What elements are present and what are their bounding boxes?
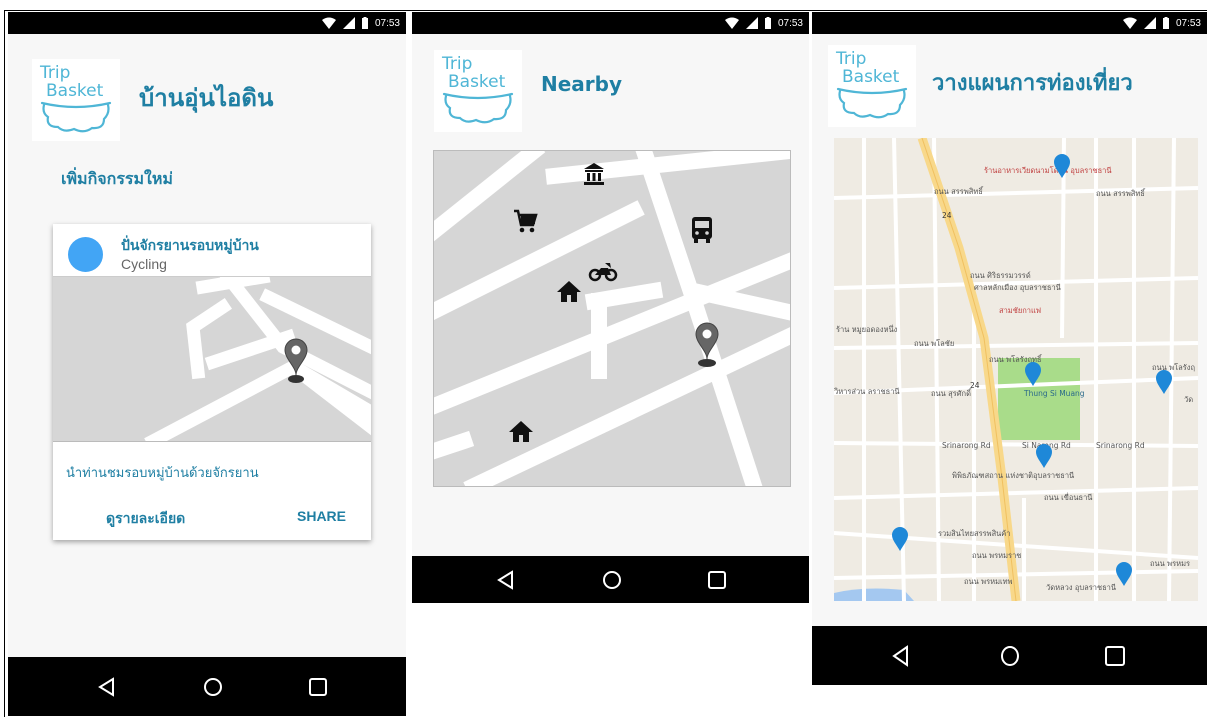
- map-label-shrine: ศาลหลักเมือง อุบลราชธานี: [974, 283, 1061, 292]
- nearby-map[interactable]: [433, 150, 791, 487]
- map-label-road: ถนน เขื่อนธานี: [1044, 492, 1092, 502]
- status-time: 07:53: [777, 17, 803, 29]
- map-label-restaurant: ร้านอาหารเวียดนามโดจิน อุบลราชธานี: [984, 166, 1112, 175]
- signal-icon: [745, 17, 758, 29]
- battery-icon: [1162, 17, 1169, 29]
- page-title: Nearby: [541, 72, 623, 96]
- cart-icon[interactable]: [514, 209, 538, 233]
- recents-icon[interactable]: [1105, 645, 1125, 666]
- status-bar: 07:53: [8, 12, 406, 34]
- bus-icon[interactable]: [692, 217, 712, 243]
- details-button[interactable]: ดูรายละเอียด: [106, 508, 185, 530]
- wifi-icon: [724, 17, 739, 29]
- add-activity-link[interactable]: เพิ่มกิจกรรมใหม่: [61, 167, 173, 192]
- map-label-cafe: สามชัยกาแฟ: [999, 306, 1041, 315]
- map-label-road: ถนน พโลรังฤ: [1152, 363, 1195, 372]
- signal-icon: [1143, 17, 1156, 29]
- map-label-road: ถนน พรหมร: [1150, 559, 1190, 568]
- home-icon[interactable]: [602, 570, 622, 590]
- nav-bar: [812, 626, 1207, 685]
- activity-type: Cycling: [121, 256, 167, 272]
- screen-plan: 07:53 Trip Basket วางแผนการท่องเที่ยว ร้…: [812, 12, 1207, 685]
- recents-icon[interactable]: [309, 677, 327, 696]
- activity-name: ปั่นจักรยานรอบหมู่บ้าน: [121, 237, 259, 253]
- back-icon[interactable]: [97, 676, 115, 697]
- house-icon[interactable]: [509, 421, 533, 442]
- map-label-road: ถนน พโลชัย: [914, 339, 954, 348]
- map-label-road: ถนน พรหมเทพ: [964, 577, 1013, 586]
- map-label-road: ถนน สรรพสิทธิ์: [1096, 188, 1146, 198]
- back-icon[interactable]: [891, 644, 909, 667]
- map-label-road: ถนน ศิริธรรมวรรด์: [970, 271, 1031, 280]
- map-label-road: Srinarong Rd: [942, 441, 991, 450]
- map-label-park: Thung Si Muang: [1023, 389, 1085, 398]
- app-logo: Trip Basket: [32, 59, 120, 141]
- page-title: วางแผนการท่องเที่ยว: [932, 71, 1133, 96]
- battery-icon: [764, 17, 771, 29]
- status-bar: 07:53: [412, 12, 809, 34]
- back-icon[interactable]: [496, 569, 514, 590]
- frame-border-left: [4, 10, 5, 717]
- home-icon[interactable]: [203, 677, 223, 697]
- map-label-route: 24: [942, 211, 952, 220]
- recents-icon[interactable]: [708, 570, 726, 589]
- home-icon[interactable]: [1000, 645, 1020, 667]
- map-label-wihan: วิหารส่วน ลราชธานี: [834, 387, 900, 396]
- map-label-road: ถนน สรรพสิทธิ์: [934, 186, 984, 196]
- map-label-wat: วัด: [1184, 395, 1193, 404]
- signal-icon: [342, 17, 355, 29]
- status-time: 07:53: [1175, 17, 1201, 29]
- page-title: บ้านอุ่นไอดิน: [139, 84, 274, 112]
- nav-bar: [412, 556, 809, 603]
- map-label-route: 24: [970, 381, 980, 390]
- nav-bar: [8, 657, 406, 716]
- screen-activity: 07:53 Trip Basket บ้านอุ่นไอดิน เพิ่มกิจก…: [8, 12, 406, 716]
- plan-map[interactable]: ร้านอาหารเวียดนามโดจิน อุบลราชธานี ถนน ส…: [834, 138, 1198, 601]
- map-label-road: ถนน พรหมราช: [972, 551, 1021, 560]
- activity-card: ปั่นจักรยานรอบหมู่บ้าน Cycling นำท่านชมร…: [53, 224, 371, 540]
- wifi-icon: [1122, 17, 1137, 29]
- map-label-shop: ร้าน หมูยอดองหนึ่ง: [836, 324, 898, 334]
- app-logo: Trip Basket: [434, 50, 522, 132]
- share-button[interactable]: SHARE: [297, 508, 346, 524]
- app-logo: Trip Basket: [828, 45, 916, 127]
- activity-avatar: [68, 237, 103, 272]
- activity-description: นำท่านชมรอบหมู่บ้านด้วยจักรยาน: [66, 465, 259, 480]
- location-pin-icon[interactable]: [1036, 444, 1052, 468]
- status-time: 07:53: [374, 17, 400, 29]
- house-icon[interactable]: [557, 281, 581, 302]
- status-bar: 07:53: [812, 12, 1207, 34]
- map-label-museum: พิพิธภัณฑสถาน แห่งชาติอุบลราชธานี: [952, 471, 1074, 480]
- motorcycle-icon[interactable]: [588, 263, 618, 282]
- map-label-road: Srinarong Rd: [1096, 441, 1145, 450]
- map-label-road: ถนน สุรศักดิ์: [931, 388, 972, 398]
- battery-icon: [361, 17, 368, 29]
- location-pin-icon[interactable]: [892, 527, 908, 551]
- activity-map[interactable]: [53, 276, 371, 442]
- wifi-icon: [321, 17, 336, 29]
- location-pin-icon[interactable]: [1116, 562, 1132, 586]
- frame-border-top: [4, 10, 1207, 11]
- screen-nearby: 07:53 Trip Basket Nearby: [412, 12, 809, 603]
- map-label-store: รวมสินไทยสรรพสินค้า: [938, 529, 1011, 538]
- map-label-temple: วัดหลวง อุบลราชธานี: [1046, 583, 1116, 592]
